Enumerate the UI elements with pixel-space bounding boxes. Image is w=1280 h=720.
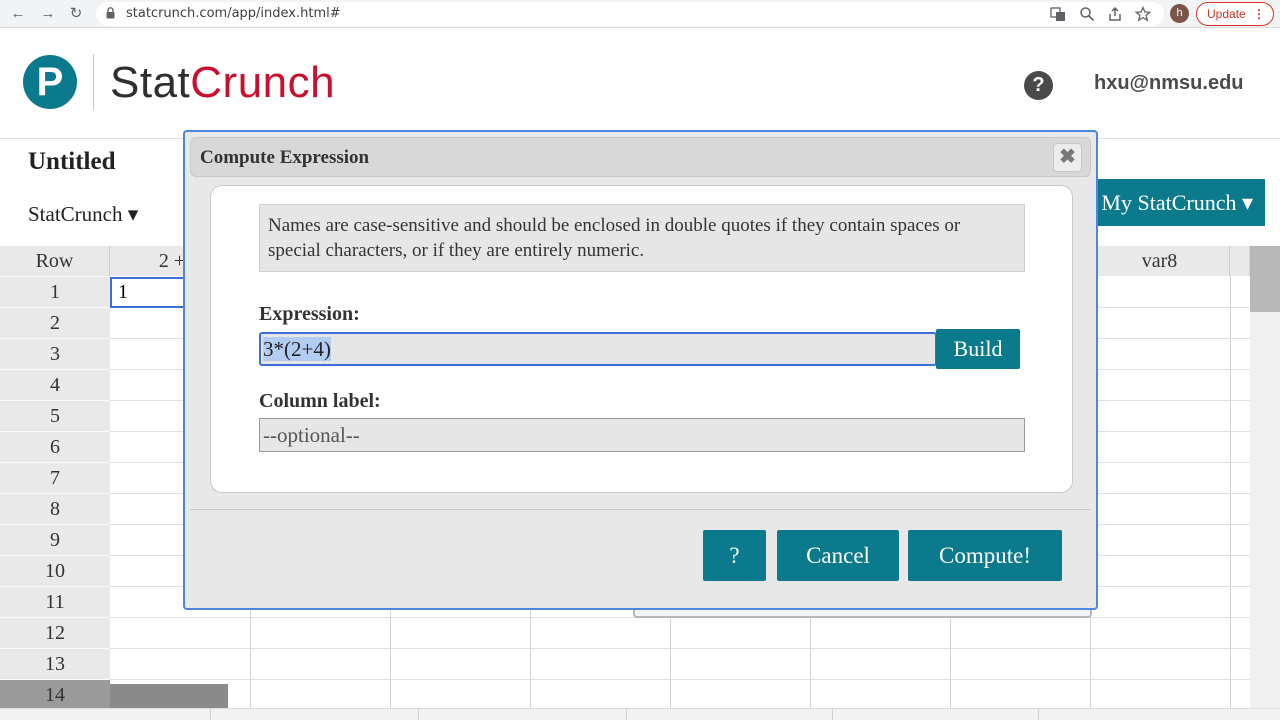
column-label-label: Column label: (259, 390, 381, 412)
toolbar-divider (1038, 709, 1039, 720)
share-icon[interactable] (1106, 6, 1124, 22)
row-number: 10 (0, 556, 110, 587)
close-icon[interactable]: ✖ (1053, 143, 1082, 172)
update-label: Update (1207, 7, 1246, 21)
zoom-icon[interactable] (1078, 6, 1096, 22)
profile-avatar[interactable]: h (1170, 4, 1189, 23)
browser-toolbar: ← → ↻ statcrunch.com/app/index.html# h U… (0, 0, 1280, 28)
grid-line (1230, 276, 1231, 708)
grid-line (110, 648, 1250, 649)
toolbar-divider (832, 709, 833, 720)
user-email[interactable]: hxu@nmsu.edu (1094, 72, 1244, 95)
compute-button[interactable]: Compute! (908, 530, 1062, 581)
row-number: 1 (0, 277, 110, 308)
row-column-header: Row (0, 246, 110, 276)
star-icon[interactable] (1134, 6, 1152, 22)
forward-icon[interactable]: → (38, 4, 58, 24)
dialog-note: Names are case-sensitive and should be e… (259, 204, 1025, 272)
column-header-9[interactable] (1230, 246, 1250, 276)
expression-input[interactable]: 3*(2+4) (259, 332, 937, 366)
horizontal-scrollbar-thumb[interactable] (110, 684, 228, 708)
column-header-var8-label: var8 (1141, 250, 1178, 272)
column-label-input[interactable]: --optional-- (259, 418, 1025, 452)
grid-line (110, 679, 1250, 680)
lock-icon (106, 7, 115, 19)
toolbar-divider (418, 709, 419, 720)
update-button[interactable]: Update ⋮ (1196, 2, 1274, 26)
reload-icon[interactable]: ↻ (66, 4, 86, 24)
dialog-separator (190, 509, 1091, 510)
row-number: 2 (0, 308, 110, 339)
column-header-var8[interactable]: var8 (1090, 246, 1230, 276)
brand-part-stat: Stat (110, 58, 191, 107)
address-bar[interactable]: statcrunch.com/app/index.html# (96, 2, 1164, 26)
row-number: 6 (0, 432, 110, 463)
statcrunch-logo: StatCrunch (110, 58, 335, 108)
vertical-scrollbar-thumb[interactable] (1250, 246, 1280, 312)
pearson-logo: P (23, 55, 77, 109)
row-number: 12 (0, 618, 110, 649)
compute-expression-dialog: Compute Expression ✖ Names are case-sens… (183, 130, 1098, 610)
row-number: 13 (0, 649, 110, 680)
row-number: 4 (0, 370, 110, 401)
expression-label: Expression: (259, 303, 360, 325)
row-number: 9 (0, 525, 110, 556)
brand-part-crunch: Crunch (190, 58, 336, 107)
row-number: 8 (0, 494, 110, 525)
help-button[interactable]: ? (703, 530, 766, 581)
row-number: 11 (0, 587, 110, 618)
row-number: 7 (0, 463, 110, 494)
translate-icon[interactable] (1049, 6, 1067, 22)
my-statcrunch-button[interactable]: My StatCrunch ▾ (1098, 179, 1265, 226)
grid-cell-selected[interactable]: 1 (110, 277, 190, 308)
dialog-body: Names are case-sensitive and should be e… (210, 185, 1073, 493)
back-icon[interactable]: ← (8, 4, 28, 24)
dialog-title-bar[interactable]: Compute Expression ✖ (190, 137, 1091, 177)
vertical-scrollbar[interactable] (1250, 246, 1280, 708)
bottom-toolbar (0, 708, 1280, 720)
logo-divider (93, 54, 94, 110)
document-title[interactable]: Untitled (28, 148, 116, 176)
cancel-button[interactable]: Cancel (777, 530, 899, 581)
url-text: statcrunch.com/app/index.html# (126, 6, 341, 21)
help-icon[interactable]: ? (1024, 71, 1053, 100)
dialog-title: Compute Expression (200, 147, 370, 168)
row-number: 14 (0, 680, 110, 708)
toolbar-divider (210, 709, 211, 720)
toolbar-divider (626, 709, 627, 720)
row-number: 5 (0, 401, 110, 432)
expression-value: 3*(2+4) (263, 337, 331, 361)
my-statcrunch-label: My StatCrunch ▾ (1101, 190, 1253, 215)
build-button[interactable]: Build (936, 329, 1020, 369)
more-icon: ⋮ (1253, 7, 1265, 21)
statcrunch-menu[interactable]: StatCrunch ▾ (28, 202, 138, 227)
row-number: 3 (0, 339, 110, 370)
